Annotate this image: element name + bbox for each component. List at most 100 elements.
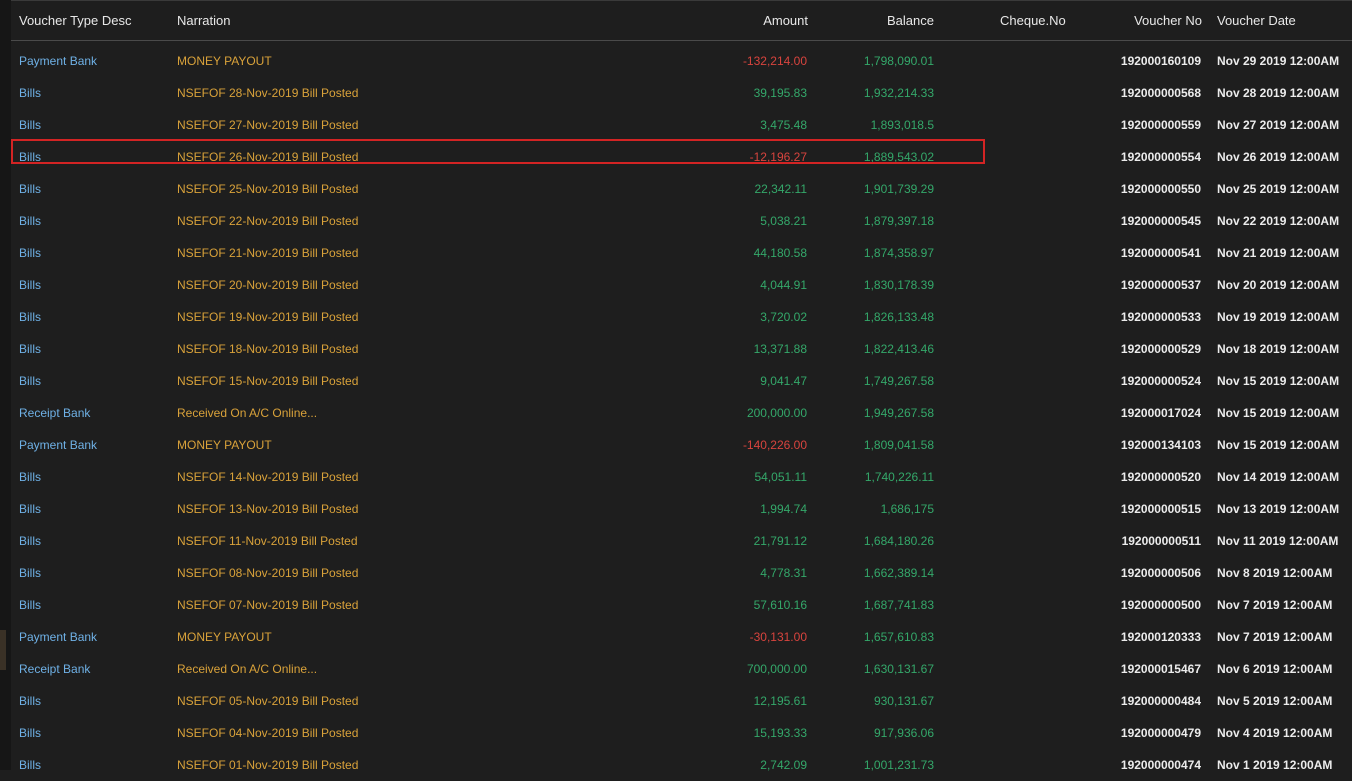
table-row[interactable]: Bills NSEFOF 14-Nov-2019 Bill Posted 54,05… [11,461,1352,493]
table-row[interactable]: Bills NSEFOF 08-Nov-2019 Bill Posted 4,778… [11,557,1352,589]
cell-voucher-date: Nov 8 2019 12:00AM [1217,566,1333,580]
cell-voucher-no: 192000160109 [1120,54,1201,68]
cell-voucher-type: Bills [19,502,42,516]
cell-amount: 200,000.00 [746,406,807,420]
cell-balance: 1,630,131.67 [863,662,934,676]
cell-voucher-type: Bills [19,214,42,228]
table-row[interactable]: Bills NSEFOF 21-Nov-2019 Bill Posted 44,18… [11,237,1352,269]
header-cheque-no[interactable]: Cheque.No [1000,13,1066,28]
cell-voucher-type: Bills [19,694,42,708]
header-voucher-date[interactable]: Voucher Date [1217,13,1296,28]
cell-amount: -12,196.27 [749,150,807,164]
cell-voucher-date: Nov 5 2019 12:00AM [1217,694,1333,708]
cell-voucher-no: 192000000520 [1120,470,1201,484]
header-voucher-type[interactable]: Voucher Type Desc [19,13,132,28]
cell-voucher-type: Bills [19,310,42,324]
cell-voucher-no: 192000000506 [1120,566,1201,580]
cell-narration: MONEY PAYOUT [177,630,272,644]
cell-amount: 22,342.11 [754,182,808,196]
table-row[interactable]: Bills NSEFOF 07-Nov-2019 Bill Posted 57,61… [11,589,1352,621]
table-row[interactable]: Payment Bank MONEY PAYOUT -132,214.00 1,798… [11,45,1352,77]
cell-voucher-no: 192000000500 [1120,598,1201,612]
cell-balance: 1,657,610.83 [863,630,934,644]
cell-voucher-date: Nov 15 2019 12:00AM [1217,374,1340,388]
cell-amount: 5,038.21 [760,214,807,228]
cell-voucher-type: Bills [19,470,42,484]
cell-voucher-date: Nov 13 2019 12:00AM [1217,502,1340,516]
cell-voucher-date: Nov 6 2019 12:00AM [1217,662,1333,676]
cell-voucher-no: 192000000511 [1121,534,1201,548]
header-amount[interactable]: Amount [763,13,808,28]
table-row[interactable]: Bills NSEFOF 01-Nov-2019 Bill Posted 2,742… [11,749,1352,781]
cell-voucher-type: Bills [19,246,42,260]
cell-narration: NSEFOF 13-Nov-2019 Bill Posted [177,502,359,516]
cell-voucher-date: Nov 7 2019 12:00AM [1217,630,1333,644]
cell-voucher-type: Bills [19,598,42,612]
cell-balance: 1,826,133.48 [863,310,934,324]
cell-amount: 9,041.47 [760,374,807,388]
ledger-table: Voucher Type Desc Narration Amount Balan… [11,0,1352,772]
table-row[interactable]: Receipt Bank Received On A/C Online... 700… [11,653,1352,685]
cell-voucher-no: 192000000550 [1120,182,1201,196]
cell-voucher-no: 192000000554 [1120,150,1201,164]
cell-amount: 1,994.74 [760,502,807,516]
cell-voucher-no: 192000000484 [1120,694,1201,708]
table-row[interactable]: Bills NSEFOF 26-Nov-2019 Bill Posted -12,1… [11,141,1352,173]
cell-narration: NSEFOF 27-Nov-2019 Bill Posted [177,118,359,132]
header-narration[interactable]: Narration [177,13,230,28]
cell-amount: 4,778.31 [760,566,807,580]
cell-amount: 3,720.02 [760,310,807,324]
cell-narration: NSEFOF 07-Nov-2019 Bill Posted [177,598,359,612]
table-row[interactable]: Bills NSEFOF 11-Nov-2019 Bill Posted 21,79… [11,525,1352,557]
cell-voucher-date: Nov 14 2019 12:00AM [1217,470,1340,484]
cell-voucher-date: Nov 21 2019 12:00AM [1217,246,1340,260]
cell-voucher-type: Bills [19,182,42,196]
cell-amount: 3,475.48 [760,118,807,132]
cell-voucher-type: Bills [19,566,42,580]
cell-narration: NSEFOF 21-Nov-2019 Bill Posted [177,246,359,260]
cell-balance: 1,949,267.58 [863,406,934,420]
cell-balance: 1,749,267.58 [863,374,934,388]
cell-voucher-no: 192000000568 [1120,86,1201,100]
table-row[interactable]: Bills NSEFOF 28-Nov-2019 Bill Posted 39,19… [11,77,1352,109]
table-row[interactable]: Bills NSEFOF 27-Nov-2019 Bill Posted 3,475… [11,109,1352,141]
cell-amount: -30,131.00 [749,630,807,644]
cell-voucher-date: Nov 7 2019 12:00AM [1217,598,1333,612]
cell-narration: NSEFOF 19-Nov-2019 Bill Posted [177,310,359,324]
table-row[interactable]: Payment Bank MONEY PAYOUT -30,131.00 1,657,… [11,621,1352,653]
cell-balance: 1,822,413.46 [863,342,934,356]
cell-narration: NSEFOF 04-Nov-2019 Bill Posted [177,726,359,740]
table-row[interactable]: Bills NSEFOF 13-Nov-2019 Bill Posted 1,994… [11,493,1352,525]
ledger-screen: Voucher Type Desc Narration Amount Balan… [0,0,1352,772]
table-row[interactable]: Bills NSEFOF 18-Nov-2019 Bill Posted 13,37… [11,333,1352,365]
header-voucher-no[interactable]: Voucher No [1134,13,1202,28]
table-row[interactable]: Bills NSEFOF 25-Nov-2019 Bill Posted 22,34… [11,173,1352,205]
table-row[interactable]: Bills NSEFOF 19-Nov-2019 Bill Posted 3,720… [11,301,1352,333]
table-row[interactable]: Bills NSEFOF 05-Nov-2019 Bill Posted 12,19… [11,685,1352,717]
cell-amount: 39,195.83 [753,86,807,100]
cell-voucher-date: Nov 4 2019 12:00AM [1217,726,1333,740]
table-row[interactable]: Receipt Bank Received On A/C Online... 200… [11,397,1352,429]
cell-voucher-type: Bills [19,118,42,132]
cell-amount: 700,000.00 [746,662,807,676]
table-row[interactable]: Bills NSEFOF 04-Nov-2019 Bill Posted 15,19… [11,717,1352,749]
cell-balance: 1,830,178.39 [863,278,934,292]
cell-narration: MONEY PAYOUT [177,54,272,68]
cell-balance: 1,874,358.97 [863,246,934,260]
cell-voucher-no: 192000134103 [1120,438,1201,452]
header-balance[interactable]: Balance [887,13,934,28]
cell-balance: 1,740,226.11 [864,470,934,484]
table-row[interactable]: Bills NSEFOF 20-Nov-2019 Bill Posted 4,044… [11,269,1352,301]
cell-amount: 44,180.58 [753,246,807,260]
cell-balance: 1,687,741.83 [863,598,934,612]
table-row[interactable]: Bills NSEFOF 22-Nov-2019 Bill Posted 5,038… [11,205,1352,237]
cell-balance: 1,889,543.02 [863,150,934,164]
cell-voucher-no: 192000015467 [1120,662,1201,676]
cell-amount: -140,226.00 [742,438,807,452]
table-row[interactable]: Bills NSEFOF 15-Nov-2019 Bill Posted 9,041… [11,365,1352,397]
cell-narration: NSEFOF 08-Nov-2019 Bill Posted [177,566,359,580]
cell-amount: 15,193.33 [753,726,807,740]
cell-voucher-type: Payment Bank [19,630,98,644]
cell-narration: NSEFOF 22-Nov-2019 Bill Posted [177,214,359,228]
table-row[interactable]: Payment Bank MONEY PAYOUT -140,226.00 1,809… [11,429,1352,461]
